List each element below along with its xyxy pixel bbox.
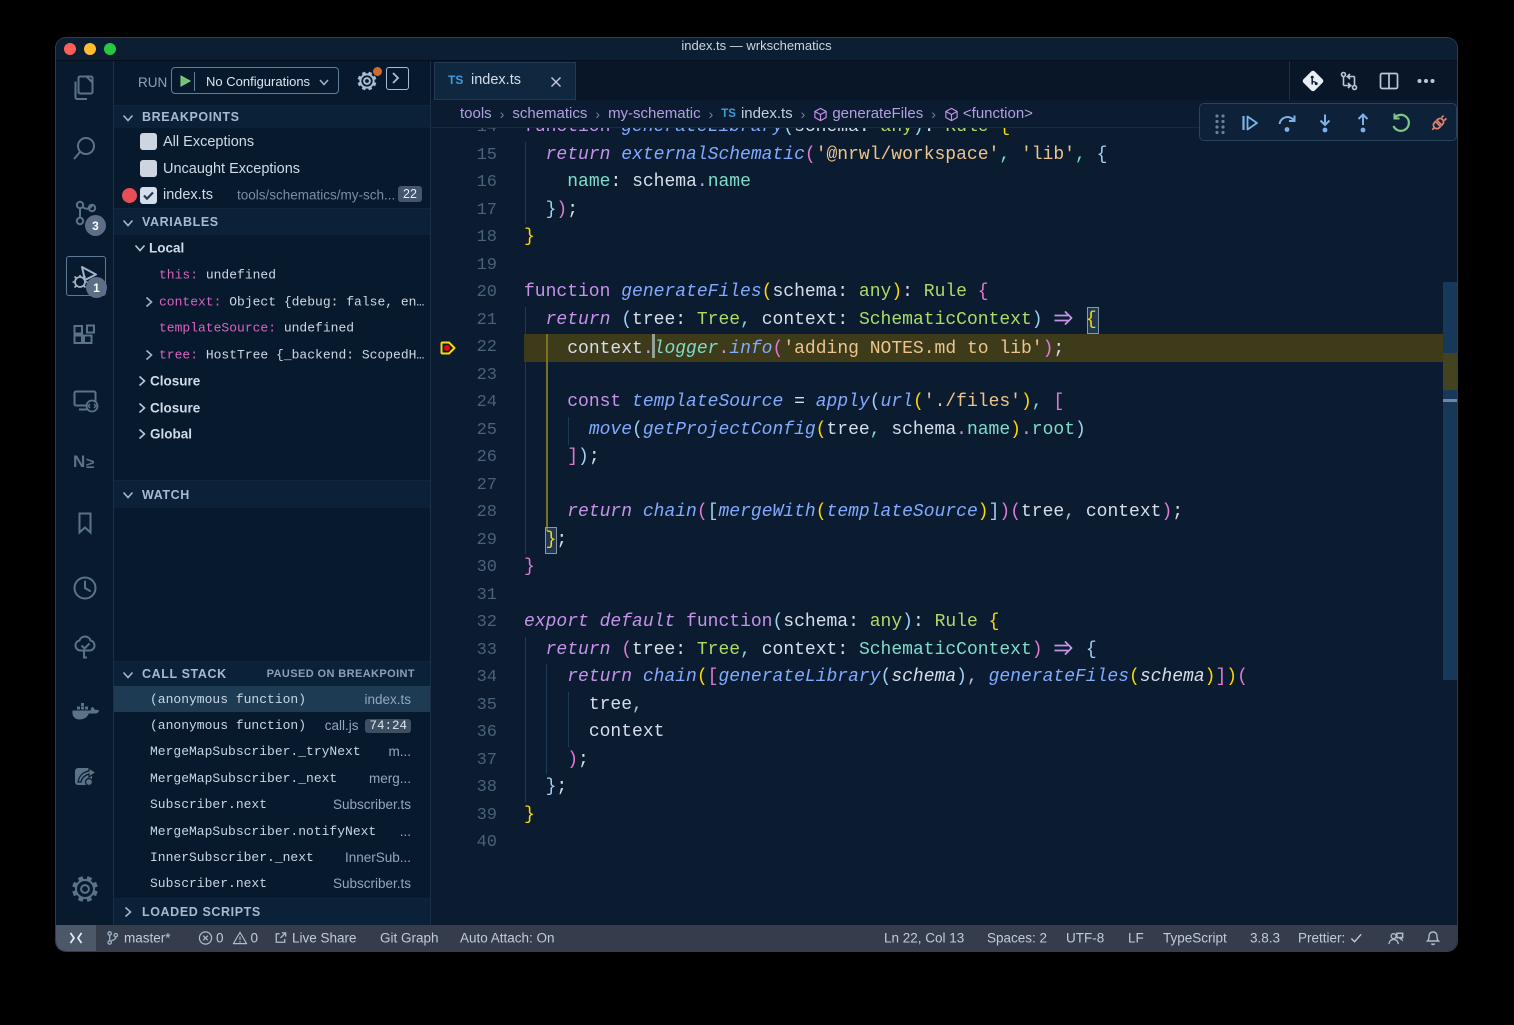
svg-text:≥: ≥ [86,455,94,472]
svg-text:N: N [73,452,85,471]
